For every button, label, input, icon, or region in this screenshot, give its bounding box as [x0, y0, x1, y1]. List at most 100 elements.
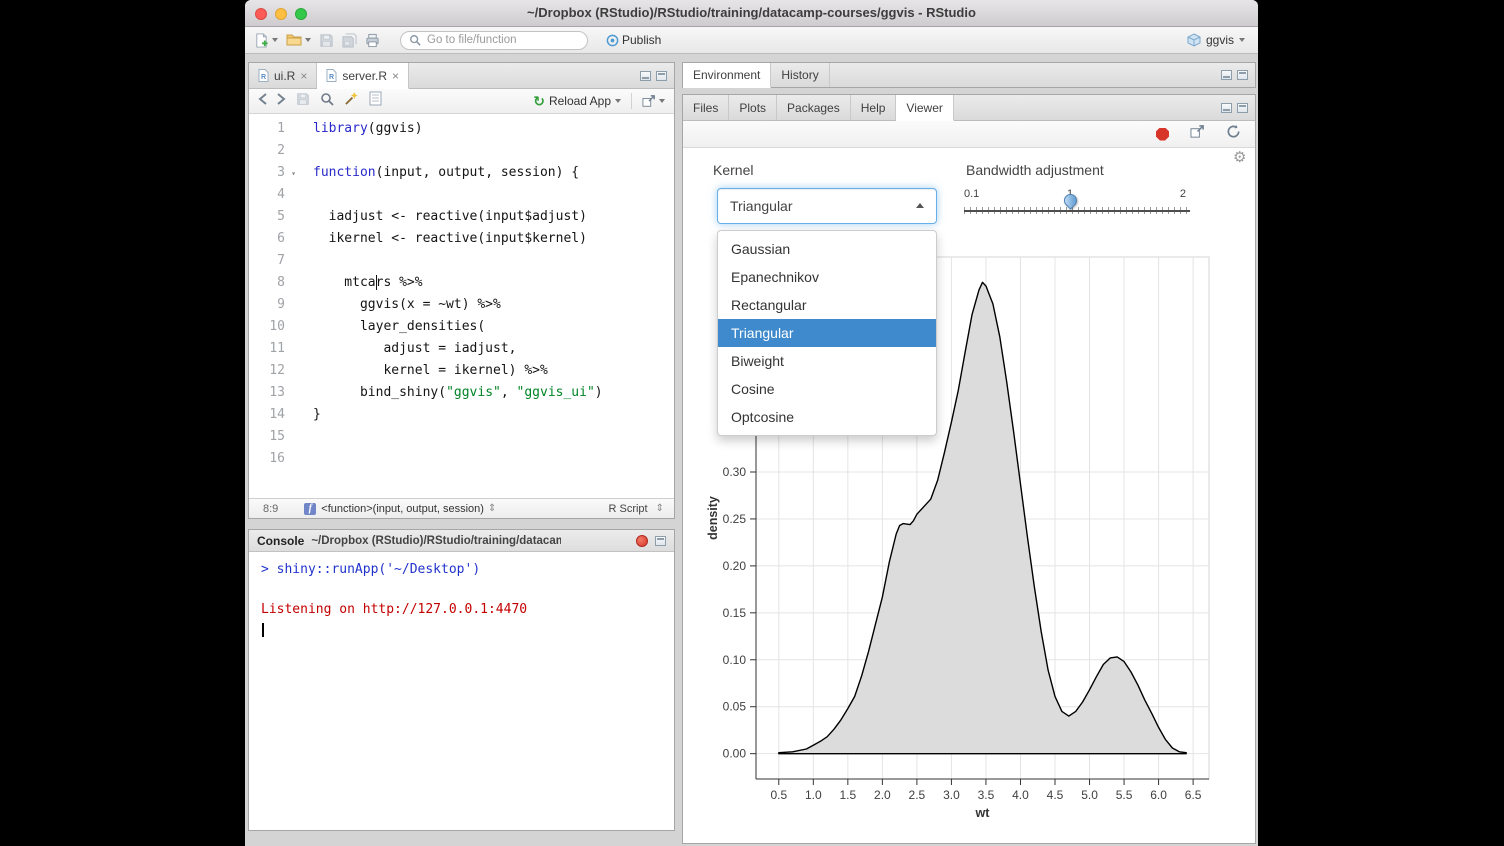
kernel-option-gaussian[interactable]: Gaussian	[718, 235, 936, 263]
maximize-pane-button[interactable]	[1237, 103, 1248, 113]
code-line[interactable]: 10 layer_densities(	[249, 316, 674, 338]
window-title: ~/Dropbox (RStudio)/RStudio/training/dat…	[245, 0, 1258, 26]
code-text: kernel = ikernel) %>%	[297, 360, 548, 382]
close-tab-icon[interactable]: ×	[392, 70, 399, 82]
minimize-pane-button[interactable]	[1221, 103, 1232, 113]
code-line[interactable]: 8 mtcars %>%	[249, 272, 674, 294]
kernel-option-cosine[interactable]: Cosine	[718, 375, 936, 403]
back-arrow-icon	[258, 93, 267, 105]
refresh-button[interactable]	[1226, 124, 1241, 144]
console-output[interactable]: > shiny::runApp('~/Desktop') Listening o…	[249, 552, 674, 830]
code-line[interactable]: 5 iadjust <- reactive(input$adjust)	[249, 206, 674, 228]
code-line[interactable]: 12 kernel = ikernel) %>%	[249, 360, 674, 382]
tab-history[interactable]: History	[771, 63, 829, 87]
close-tab-icon[interactable]: ×	[300, 70, 307, 82]
svg-text:0.20: 0.20	[723, 559, 747, 573]
zoom-window-button[interactable]	[295, 8, 307, 20]
code-line[interactable]: 14}	[249, 404, 674, 426]
code-text	[297, 184, 313, 206]
code-line[interactable]: 16	[249, 448, 674, 470]
save-button[interactable]	[296, 92, 310, 111]
maximize-pane-button[interactable]	[656, 71, 667, 81]
line-number: 2	[249, 140, 297, 162]
console-header[interactable]: Console ~/Dropbox (RStudio)/RStudio/trai…	[249, 530, 674, 552]
back-button[interactable]	[258, 92, 267, 110]
console-stop-icon[interactable]	[636, 535, 648, 547]
code-line[interactable]: 6 ikernel <- reactive(input$kernel)	[249, 228, 674, 250]
code-line[interactable]: 13 bind_shiny("ggvis", "ggvis_ui")	[249, 382, 674, 404]
open-in-new-window-button[interactable]	[1190, 125, 1205, 144]
publish-button[interactable]: Publish	[606, 33, 661, 47]
tab-ui-r[interactable]: R ui.R ×	[249, 63, 317, 88]
code-tools-button[interactable]	[344, 91, 359, 111]
code-editor[interactable]: 1library(ggvis)23▾function(input, output…	[249, 114, 674, 498]
tab-packages[interactable]: Packages	[777, 95, 851, 120]
editor-tabbar: R ui.R × R server.R ×	[249, 63, 674, 89]
code-line[interactable]: 1library(ggvis)	[249, 118, 674, 140]
file-type-selector[interactable]: R Script	[608, 503, 651, 515]
editor-toolbar: ↻ Reload App	[249, 89, 674, 114]
line-number: 15	[249, 426, 297, 448]
minimize-pane-button[interactable]	[1221, 70, 1232, 80]
project-cube-icon	[1187, 33, 1201, 47]
gear-icon[interactable]: ⚙	[1233, 150, 1246, 165]
forward-arrow-icon	[277, 93, 286, 105]
code-line[interactable]: 15	[249, 426, 674, 448]
save-all-button[interactable]	[342, 33, 357, 48]
tab-help[interactable]: Help	[851, 95, 897, 120]
kernel-option-optcosine[interactable]: Optcosine	[718, 403, 936, 431]
tab-files[interactable]: Files	[683, 95, 729, 120]
open-file-button[interactable]	[286, 33, 311, 47]
print-button[interactable]	[365, 33, 380, 48]
svg-text:6.0: 6.0	[1150, 788, 1167, 802]
workspace: R ui.R × R server.R ×	[245, 54, 1258, 846]
reload-app-button[interactable]: ↻ Reload App	[533, 94, 621, 108]
tab-server-r[interactable]: R server.R ×	[317, 63, 409, 89]
save-button[interactable]	[319, 33, 334, 48]
close-window-button[interactable]	[255, 8, 267, 20]
kernel-option-rectangular[interactable]: Rectangular	[718, 291, 936, 319]
kernel-option-triangular[interactable]: Triangular	[718, 319, 936, 347]
code-text: adjust = iadjust,	[297, 338, 517, 360]
svg-text:R: R	[329, 74, 334, 81]
minimize-pane-button[interactable]	[640, 71, 651, 81]
tab-plots[interactable]: Plots	[729, 95, 777, 120]
project-menu-button[interactable]: ggvis	[1187, 33, 1249, 47]
code-line[interactable]: 7	[249, 250, 674, 272]
maximize-pane-button[interactable]	[655, 536, 666, 546]
svg-text:5.5: 5.5	[1116, 788, 1133, 802]
code-line[interactable]: 11 adjust = iadjust,	[249, 338, 674, 360]
kernel-option-epanechnikov[interactable]: Epanechnikov	[718, 263, 936, 291]
code-line[interactable]: 3▾function(input, output, session) {	[249, 162, 674, 184]
forward-button[interactable]	[277, 92, 286, 110]
source-menu-button[interactable]	[642, 95, 665, 108]
fold-arrow-icon[interactable]: ▾	[291, 163, 296, 185]
code-line[interactable]: 2	[249, 140, 674, 162]
code-line[interactable]: 4	[249, 184, 674, 206]
svg-text:0.10: 0.10	[723, 653, 747, 667]
kernel-select[interactable]: Triangular	[717, 188, 937, 224]
find-replace-button[interactable]	[320, 92, 334, 111]
print-icon	[365, 33, 380, 48]
minimize-window-button[interactable]	[275, 8, 287, 20]
tab-viewer[interactable]: Viewer	[896, 95, 953, 121]
magic-wand-icon	[344, 91, 359, 106]
viewer-stop-icon[interactable]	[1156, 128, 1169, 141]
console-working-directory: ~/Dropbox (RStudio)/RStudio/training/dat…	[311, 535, 561, 547]
function-context-selector[interactable]: <function>(input, output, session)	[321, 503, 484, 515]
code-text	[297, 250, 313, 272]
new-file-button[interactable]	[254, 33, 278, 48]
maximize-pane-button[interactable]	[1237, 70, 1248, 80]
code-line[interactable]: 9 ggvis(x = ~wt) %>%	[249, 294, 674, 316]
kernel-option-biweight[interactable]: Biweight	[718, 347, 936, 375]
bandwidth-label: Bandwidth adjustment	[966, 162, 1104, 178]
tab-environment[interactable]: Environment	[683, 63, 771, 88]
bandwidth-slider[interactable]: 0.1 1 2	[964, 188, 1190, 222]
svg-text:0.00: 0.00	[723, 747, 747, 761]
compile-report-button[interactable]	[369, 91, 382, 111]
line-number: 3▾	[249, 162, 297, 184]
svg-text:0.5: 0.5	[770, 788, 787, 802]
goto-file-input[interactable]: Go to file/function	[400, 31, 588, 50]
slider-track[interactable]	[964, 210, 1190, 212]
titlebar[interactable]: ~/Dropbox (RStudio)/RStudio/training/dat…	[245, 0, 1258, 27]
